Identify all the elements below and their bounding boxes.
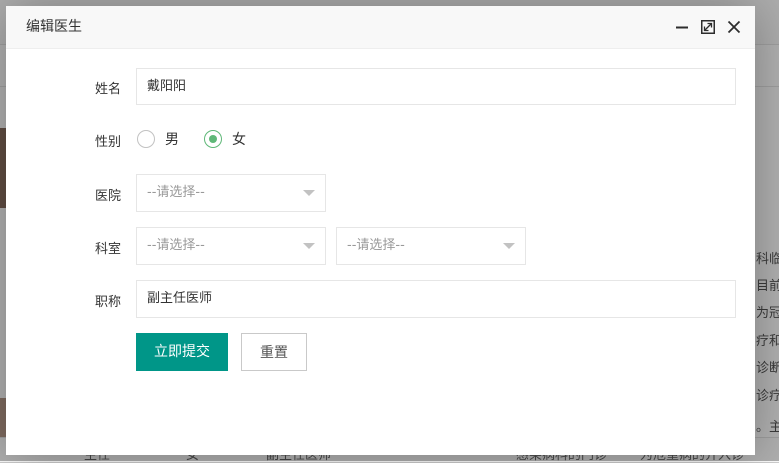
name-label: 姓名 — [94, 82, 121, 97]
dropdown-arrow-icon — [303, 190, 315, 196]
dropdown-arrow-icon — [503, 243, 515, 249]
department-select-placeholder: --请选择-- — [147, 238, 205, 253]
minimize-icon[interactable] — [675, 20, 689, 34]
radio-unchecked-icon — [137, 130, 155, 148]
reset-button[interactable]: 重置 — [241, 333, 307, 371]
dropdown-arrow-icon — [303, 243, 315, 249]
dialog-title: 编辑医生 — [26, 19, 82, 35]
department-label: 科室 — [94, 242, 121, 257]
name-input[interactable]: 戴阳阳 — [136, 68, 736, 105]
gender-option-label: 女 — [232, 132, 246, 148]
gender-option-female[interactable]: 女 — [204, 129, 246, 149]
department-select-secondary[interactable]: --请选择-- — [336, 227, 526, 265]
title-input[interactable]: 副主任医师 — [136, 280, 736, 318]
gender-option-label: 男 — [165, 132, 179, 148]
maximize-icon[interactable] — [701, 20, 715, 34]
gender-option-male[interactable]: 男 — [137, 129, 179, 149]
title-label: 职称 — [94, 295, 121, 310]
department-select-primary[interactable]: --请选择-- — [136, 227, 326, 265]
hospital-select-placeholder: --请选择-- — [147, 185, 205, 200]
hospital-label: 医院 — [94, 189, 121, 204]
dialog-header[interactable]: 编辑医生 — [6, 6, 755, 49]
radio-checked-icon — [204, 130, 222, 148]
close-icon[interactable] — [727, 20, 741, 34]
department-select-placeholder: --请选择-- — [347, 238, 405, 253]
gender-label: 性别 — [94, 135, 121, 150]
edit-doctor-dialog: 编辑医生 姓名 戴阳阳 性别 男 女 医院 --请选择-- 科室 --请选择--… — [6, 6, 755, 455]
hospital-select[interactable]: --请选择-- — [136, 174, 326, 212]
dialog-controls — [675, 6, 741, 48]
submit-button[interactable]: 立即提交 — [136, 333, 228, 371]
